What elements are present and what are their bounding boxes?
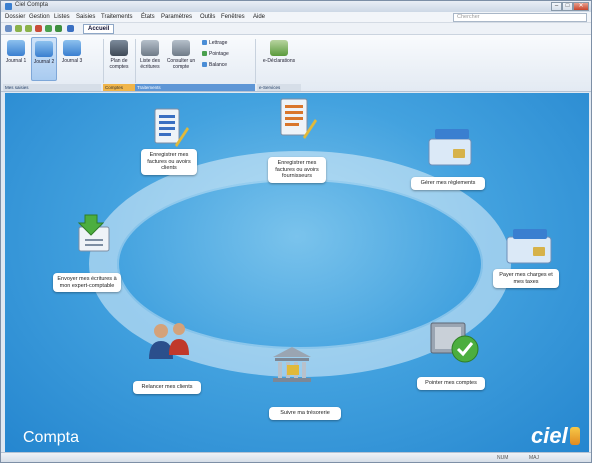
supplier-invoice-icon[interactable] — [279, 97, 317, 141]
label-tresorerie[interactable]: Suivre ma trésorerie — [269, 407, 341, 420]
ribbon-separator — [103, 39, 104, 83]
ribbon-button-label: Plan de comptes — [109, 58, 129, 70]
label-factures-clients[interactable]: Enregistrer mes factures ou avoirs clien… — [141, 149, 197, 175]
status-num: NUM — [497, 455, 509, 461]
ciel-logo: ciel — [531, 423, 568, 448]
label-expert-comptable[interactable]: Envoyer mes écritures à mon expert-compt… — [53, 273, 121, 292]
ribbon-separator — [135, 39, 136, 83]
menu-bar: Dossier Gestion Listes Saisies Traitemen… — [1, 12, 591, 23]
ribbon-button-label: e-Déclarations — [262, 58, 296, 64]
list-icon — [141, 40, 159, 56]
ciel-logo-mark — [570, 427, 580, 445]
ribbon-group-label: Comptes — [103, 84, 135, 91]
ribbon-button-label: Consulter un compte — [166, 58, 196, 70]
binder-icon — [110, 40, 128, 56]
label-charges-taxes[interactable]: Payer mes charges et mes taxes — [493, 269, 559, 288]
charges-card-icon[interactable] — [505, 227, 555, 267]
ribbon-plan-comptes-button[interactable]: Plan de comptes — [105, 37, 133, 81]
ribbon-small-label: Pointage — [209, 51, 229, 57]
title-bar: Ciel Compta – □ ✕ — [1, 1, 591, 12]
new-icon[interactable] — [5, 25, 12, 32]
ribbon-journal-3-button[interactable]: Journal 3 — [59, 37, 85, 81]
close-button[interactable]: ✕ — [573, 2, 589, 11]
app-window: Ciel Compta – □ ✕ Dossier Gestion Listes… — [0, 0, 592, 463]
status-bar: NUM MAJ — [1, 452, 591, 462]
bank-check-icon[interactable] — [429, 319, 479, 365]
client-invoice-icon[interactable] — [153, 107, 189, 149]
quick-access-bar: Accueil — [1, 23, 591, 35]
menu-parametres[interactable]: Paramètres — [161, 14, 192, 20]
help-icon[interactable] — [67, 25, 74, 32]
window-controls: – □ ✕ — [551, 2, 589, 11]
ribbon: Journal 1 Journal 2 Journal 3 Plan de co… — [1, 35, 591, 92]
tab-accueil[interactable]: Accueil — [83, 24, 115, 34]
app-icon — [5, 3, 12, 10]
workflow-panel: Enregistrer mes factures ou avoirs clien… — [5, 93, 589, 452]
ribbon-lettrage-button[interactable]: Lettrage — [202, 40, 227, 46]
ribbon-button-label: Liste des écritures — [139, 58, 160, 70]
journal-icon — [7, 40, 25, 56]
ribbon-journal-2-button[interactable]: Journal 2 — [31, 37, 57, 81]
label-relancer-clients[interactable]: Relancer mes clients — [133, 381, 201, 394]
search-input[interactable]: Chercher — [453, 13, 587, 22]
status-maj: MAJ — [529, 455, 539, 461]
menu-etats[interactable]: États — [141, 14, 155, 20]
ribbon-e-declarations-button[interactable]: e-Déclarations — [259, 37, 299, 81]
search-account-icon — [172, 40, 190, 56]
ribbon-separator — [255, 39, 256, 83]
ribbon-group-label: Mes saisies — [3, 84, 101, 91]
window-title: Ciel Compta — [15, 2, 49, 8]
journal-icon — [35, 41, 53, 57]
menu-fenetres[interactable]: Fenêtres — [221, 14, 245, 20]
ribbon-liste-ecritures-button[interactable]: Liste des écritures — [137, 37, 163, 81]
minimize-button[interactable]: – — [551, 2, 562, 11]
menu-gestion[interactable]: Gestion — [29, 14, 50, 20]
bank-building-icon[interactable] — [269, 345, 315, 385]
ribbon-button-label: Journal 1 — [5, 58, 27, 64]
menu-outils[interactable]: Outils — [200, 14, 215, 20]
customers-icon[interactable] — [147, 319, 193, 363]
menu-listes[interactable]: Listes — [54, 14, 70, 20]
forward-icon[interactable] — [25, 25, 32, 32]
refresh-icon[interactable] — [45, 25, 52, 32]
journal-icon — [63, 40, 81, 56]
menu-aide[interactable]: Aide — [253, 14, 265, 20]
ribbon-balance-button[interactable]: Balance — [202, 62, 227, 68]
ribbon-group-label: e-Services — [257, 84, 301, 91]
ribbon-small-label: Balance — [209, 62, 228, 68]
pointage-icon — [202, 51, 207, 57]
ribbon-button-label: Journal 3 — [61, 58, 83, 64]
e-declaration-icon — [270, 40, 288, 56]
balance-icon — [202, 62, 207, 68]
maximize-button[interactable]: □ — [562, 2, 573, 11]
menu-saisies[interactable]: Saisies — [76, 14, 95, 20]
ribbon-pointage-button[interactable]: Pointage — [202, 51, 229, 57]
send-entries-icon[interactable] — [71, 213, 117, 257]
ribbon-button-label: Journal 2 — [33, 59, 55, 65]
menu-traitements[interactable]: Traitements — [101, 14, 132, 20]
home-icon[interactable] — [55, 25, 62, 32]
ribbon-consulter-compte-button[interactable]: Consulter un compte — [165, 37, 197, 81]
menu-dossier[interactable]: Dossier — [5, 14, 25, 20]
label-pointer-comptes[interactable]: Pointer mes comptes — [417, 377, 485, 390]
label-factures-fournisseurs[interactable]: Enregistrer mes factures ou avoirs fourn… — [268, 157, 326, 183]
label-reglements[interactable]: Gérer mes règlements — [411, 177, 485, 190]
stop-icon[interactable] — [35, 25, 42, 32]
back-icon[interactable] — [15, 25, 22, 32]
lettrage-icon — [202, 40, 207, 46]
payments-card-icon[interactable] — [427, 127, 475, 167]
ribbon-group-label: Traitements — [135, 84, 255, 91]
module-title: Compta — [23, 429, 80, 446]
ribbon-journal-1-button[interactable]: Journal 1 — [3, 37, 29, 81]
ribbon-small-label: Lettrage — [209, 40, 228, 46]
